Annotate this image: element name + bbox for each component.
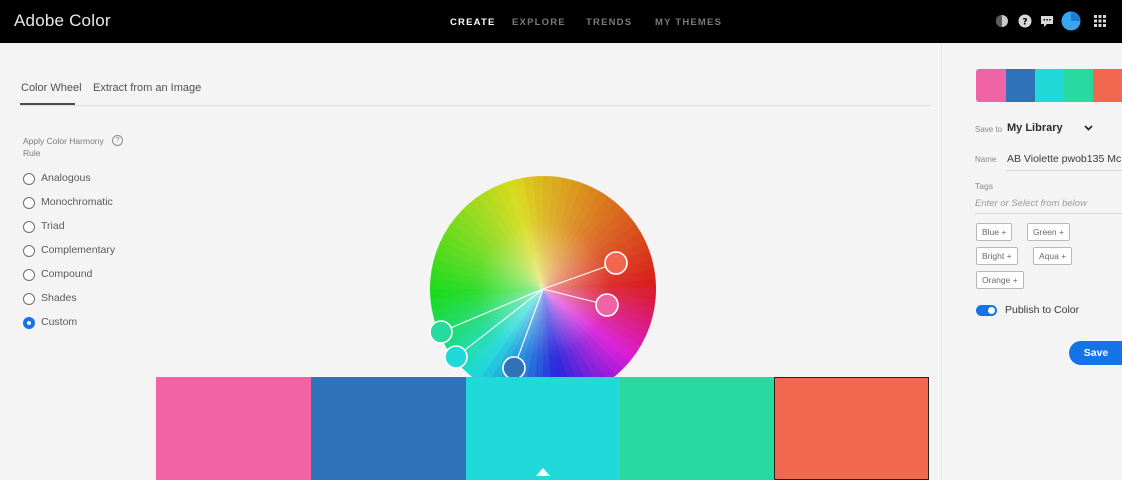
radio-label: Monochromatic bbox=[41, 196, 113, 208]
tag-label: Aqua bbox=[1039, 251, 1059, 261]
tag-label: Green bbox=[1033, 227, 1057, 237]
nav-my-themes[interactable]: MY THEMES bbox=[655, 17, 722, 28]
tags-label: Tags bbox=[975, 181, 993, 191]
name-label: Name bbox=[975, 155, 997, 164]
radio-button[interactable] bbox=[23, 269, 35, 281]
tag-green[interactable]: Green + bbox=[1027, 223, 1070, 241]
chat-icon[interactable] bbox=[1040, 14, 1054, 28]
mini-swatch-3 bbox=[1035, 69, 1064, 102]
swatch-3[interactable] bbox=[466, 377, 621, 480]
color-marker-aqua[interactable] bbox=[444, 345, 468, 369]
radio-label: Analogous bbox=[41, 172, 91, 184]
radio-button[interactable] bbox=[23, 221, 35, 233]
radio-label: Compound bbox=[41, 268, 93, 280]
tag-aqua[interactable]: Aqua + bbox=[1033, 247, 1073, 265]
radio-label: Complementary bbox=[41, 244, 116, 256]
radio-button[interactable] bbox=[23, 245, 35, 257]
app-title[interactable]: Adobe Color bbox=[14, 11, 111, 31]
color-marker-orange[interactable] bbox=[604, 251, 628, 275]
tabs-divider bbox=[20, 105, 930, 106]
nav-trends[interactable]: TRENDS bbox=[586, 17, 632, 28]
radio-button[interactable] bbox=[23, 197, 35, 209]
help-icon[interactable]: ? bbox=[1018, 14, 1032, 28]
tag-bright[interactable]: Bright + bbox=[976, 247, 1018, 265]
nav-explore[interactable]: EXPLORE bbox=[512, 17, 566, 28]
swatch-1[interactable] bbox=[156, 377, 311, 480]
swatch-4[interactable] bbox=[620, 377, 775, 480]
save-button[interactable]: Save bbox=[1069, 341, 1122, 365]
color-wheel-workspace: Color Wheel Extract from an Image Apply … bbox=[0, 43, 941, 480]
moon-toggle-icon[interactable] bbox=[995, 14, 1009, 28]
library-dropdown[interactable]: My Library bbox=[1007, 122, 1063, 134]
user-avatar-icon[interactable] bbox=[1061, 11, 1081, 31]
selected-swatch-caret-icon bbox=[536, 468, 550, 476]
tag-label: Bright bbox=[982, 251, 1005, 261]
radio-button[interactable] bbox=[23, 293, 35, 305]
harmony-rule-label: Apply Color Harmony Rule bbox=[23, 136, 104, 158]
tab-color-wheel[interactable]: Color Wheel bbox=[21, 82, 82, 94]
mini-swatch-1 bbox=[976, 69, 1006, 102]
top-bar: Adobe Color CREATE EXPLORE TRENDS MY THE… bbox=[0, 0, 1122, 43]
harmony-help-icon[interactable]: ? bbox=[112, 135, 123, 146]
radio-label: Custom bbox=[41, 316, 78, 328]
color-marker-green[interactable] bbox=[429, 320, 453, 344]
color-marker-pink[interactable] bbox=[595, 293, 619, 317]
color-marker-blue[interactable] bbox=[502, 356, 526, 380]
tag-label: Blue bbox=[982, 227, 1000, 237]
chevron-down-icon[interactable] bbox=[1084, 125, 1093, 131]
mini-swatch-4 bbox=[1064, 69, 1093, 102]
tag-label: Orange bbox=[982, 275, 1011, 285]
swatch-5[interactable] bbox=[774, 377, 929, 480]
nav-create[interactable]: CREATE bbox=[450, 17, 496, 28]
theme-name-input[interactable]: AB Violette pwob135 Mc... bbox=[1006, 147, 1122, 171]
swatch-2[interactable] bbox=[311, 377, 466, 480]
tab-extract-from-image[interactable]: Extract from an Image bbox=[93, 82, 201, 94]
save-to-label: Save to bbox=[975, 125, 1003, 134]
tag-blue[interactable]: Blue + bbox=[976, 223, 1013, 241]
apps-grid-icon[interactable] bbox=[1093, 14, 1107, 28]
mini-swatch-2 bbox=[1006, 69, 1035, 102]
radio-button-selected[interactable] bbox=[23, 317, 35, 329]
mini-swatch-5 bbox=[1093, 69, 1122, 102]
tags-input[interactable]: Enter or Select from below bbox=[975, 194, 1122, 214]
tag-orange[interactable]: Orange + bbox=[976, 271, 1024, 289]
radio-label: Shades bbox=[41, 292, 77, 304]
publish-toggle[interactable] bbox=[976, 305, 997, 316]
theme-details-panel: Save to My Library Name AB Violette pwob… bbox=[941, 43, 1122, 480]
radio-label: Triad bbox=[41, 220, 65, 232]
svg-text:?: ? bbox=[1022, 18, 1027, 28]
publish-label: Publish to Color bbox=[1005, 304, 1080, 316]
radio-button[interactable] bbox=[23, 173, 35, 185]
